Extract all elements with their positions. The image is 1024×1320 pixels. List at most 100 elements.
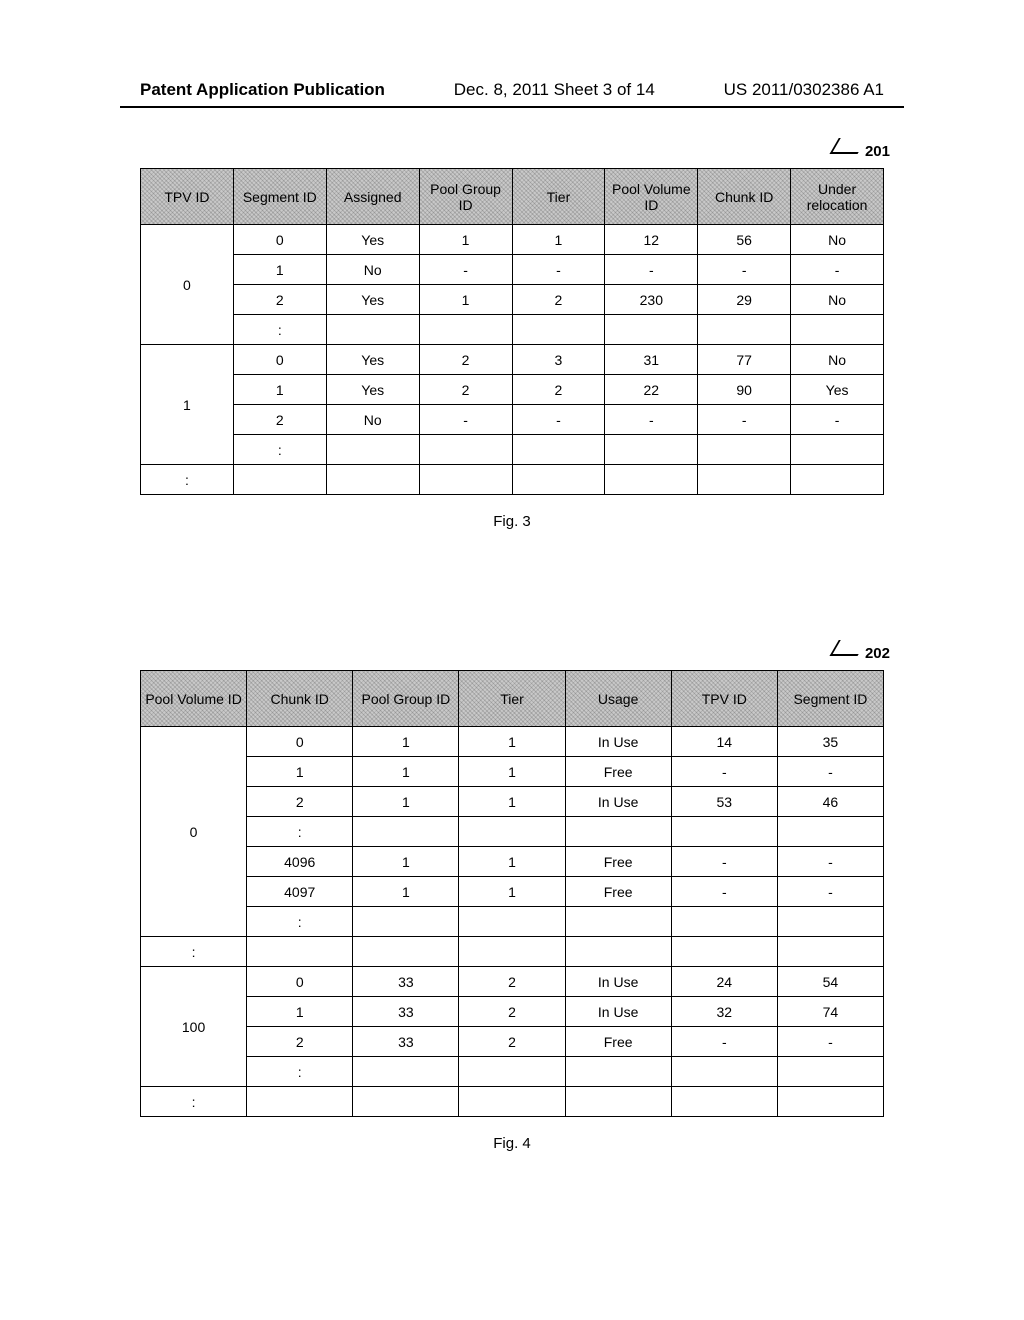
cell: -	[777, 757, 883, 787]
cell: 1	[353, 757, 459, 787]
cell: 1	[353, 847, 459, 877]
cell: 33	[353, 997, 459, 1027]
cell: -	[671, 847, 777, 877]
cell	[353, 817, 459, 847]
cell: 31	[605, 345, 698, 375]
table-row: 1000332In Use2454	[141, 967, 884, 997]
col-header: Segment ID	[233, 169, 326, 225]
table-row: 1No-----	[141, 255, 884, 285]
cell	[247, 937, 353, 967]
cell	[512, 315, 605, 345]
cell: -	[605, 255, 698, 285]
cell	[353, 1087, 459, 1117]
cell: 1	[459, 847, 565, 877]
cell	[459, 937, 565, 967]
fig3-header-row: TPV IDSegment IDAssignedPool Group IDTie…	[141, 169, 884, 225]
cell: 2	[419, 345, 512, 375]
cell: -	[698, 255, 791, 285]
cell: 2	[459, 997, 565, 1027]
cell: Free	[565, 1027, 671, 1057]
group-id-cell: 1	[141, 345, 234, 465]
fig3-ref-label: 201	[833, 140, 890, 160]
cell: 1	[233, 375, 326, 405]
table-row: :	[141, 435, 884, 465]
col-header: Segment ID	[777, 671, 883, 727]
fig4-body: 0011In Use1435111Free--211In Use5346:409…	[141, 727, 884, 1117]
cell: 1	[512, 225, 605, 255]
cell: 2	[459, 967, 565, 997]
cell: 1	[353, 727, 459, 757]
cell: :	[247, 907, 353, 937]
cell: In Use	[565, 967, 671, 997]
cell	[671, 1057, 777, 1087]
cell	[698, 465, 791, 495]
cell	[791, 315, 884, 345]
cell: 230	[605, 285, 698, 315]
cell: 1	[459, 877, 565, 907]
cell: No	[326, 255, 419, 285]
fig3-table: TPV IDSegment IDAssignedPool Group IDTie…	[140, 168, 884, 495]
cell	[777, 907, 883, 937]
cell: -	[605, 405, 698, 435]
group-id-cell: 0	[141, 727, 247, 937]
cell: 56	[698, 225, 791, 255]
cell	[565, 907, 671, 937]
cell: 74	[777, 997, 883, 1027]
cell: 54	[777, 967, 883, 997]
cell	[326, 315, 419, 345]
cell: -	[698, 405, 791, 435]
cell: No	[326, 405, 419, 435]
cell: Yes	[326, 285, 419, 315]
header-center: Dec. 8, 2011 Sheet 3 of 14	[454, 80, 655, 100]
cell: -	[777, 877, 883, 907]
cell: 14	[671, 727, 777, 757]
fig4-caption: Fig. 4	[140, 1135, 884, 1152]
cell: 3	[512, 345, 605, 375]
cell: 12	[605, 225, 698, 255]
cell: 0	[233, 225, 326, 255]
cell: Free	[565, 757, 671, 787]
col-header: Under relocation	[791, 169, 884, 225]
cell	[512, 435, 605, 465]
cell	[671, 937, 777, 967]
table-row: :	[141, 315, 884, 345]
cell: 4097	[247, 877, 353, 907]
table-row: 1Yes222290Yes	[141, 375, 884, 405]
cell	[605, 315, 698, 345]
col-header: Chunk ID	[698, 169, 791, 225]
cell	[419, 315, 512, 345]
cell: 29	[698, 285, 791, 315]
header-left: Patent Application Publication	[140, 80, 385, 100]
table-row: 2332Free--	[141, 1027, 884, 1057]
cell: 1	[459, 757, 565, 787]
cell: In Use	[565, 787, 671, 817]
cell	[777, 817, 883, 847]
cell	[671, 1087, 777, 1117]
cell	[777, 1057, 883, 1087]
cell: 90	[698, 375, 791, 405]
cell: 1	[459, 727, 565, 757]
group-id-cell: :	[141, 937, 247, 967]
cell: -	[671, 877, 777, 907]
cell: :	[247, 1057, 353, 1087]
fig4-ref-label: 202	[833, 642, 890, 662]
cell	[459, 1087, 565, 1117]
group-id-cell: :	[141, 1087, 247, 1117]
group-id-cell: 100	[141, 967, 247, 1087]
cell	[791, 465, 884, 495]
cell: -	[512, 255, 605, 285]
cell	[565, 817, 671, 847]
group-id-cell: :	[141, 465, 234, 495]
cell	[671, 907, 777, 937]
cell	[326, 435, 419, 465]
table-row: 2Yes1223029No	[141, 285, 884, 315]
group-id-cell: 0	[141, 225, 234, 345]
col-header: Assigned	[326, 169, 419, 225]
cell: -	[777, 1027, 883, 1057]
cell	[233, 465, 326, 495]
fig3-body: 00Yes111256No1No-----2Yes1223029No:10Yes…	[141, 225, 884, 495]
fig4-header-row: Pool Volume IDChunk IDPool Group IDTierU…	[141, 671, 884, 727]
col-header: Usage	[565, 671, 671, 727]
cell: 0	[233, 345, 326, 375]
fig3-caption: Fig. 3	[140, 513, 884, 530]
